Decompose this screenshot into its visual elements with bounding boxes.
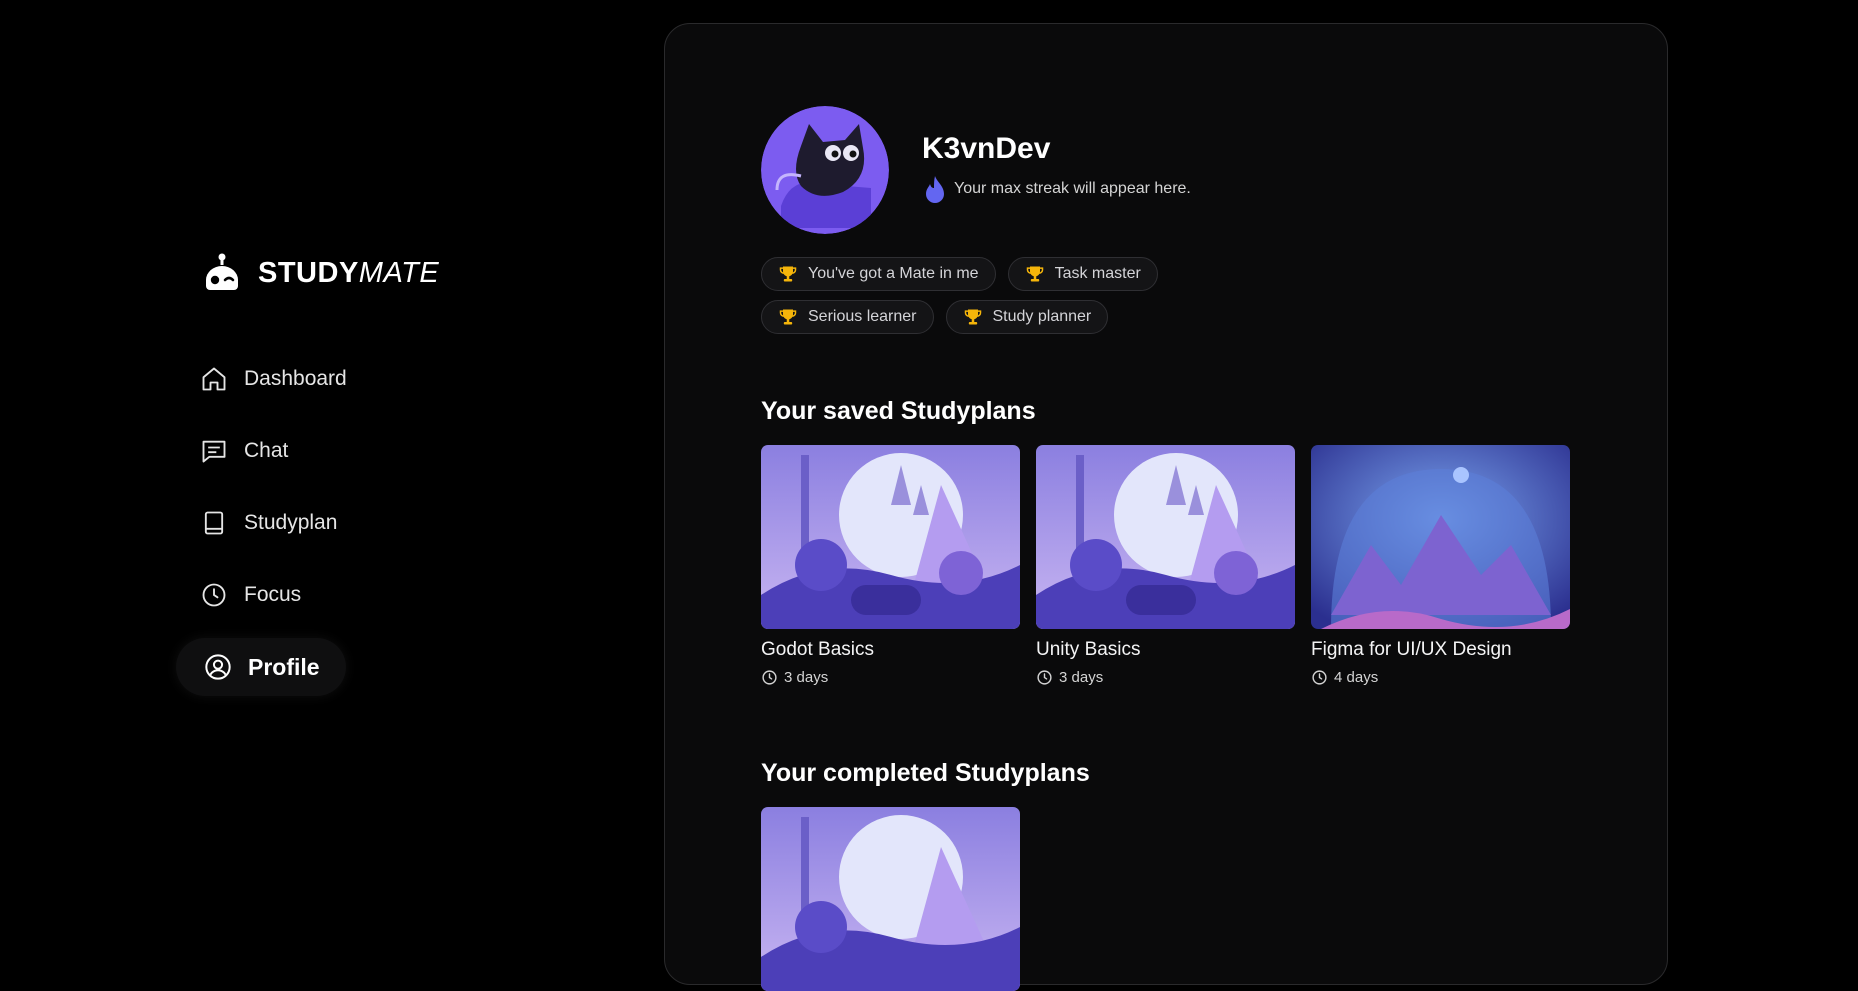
home-icon xyxy=(202,367,226,391)
studyplan-card[interactable]: Unity Basics 3 days xyxy=(1036,445,1295,686)
studyplan-thumbnail xyxy=(1036,445,1295,629)
trophy-icon xyxy=(779,266,797,282)
trophy-icon xyxy=(779,309,797,325)
studyplan-duration: 3 days xyxy=(761,669,1020,686)
studyplan-thumbnail xyxy=(1311,445,1570,629)
studyplan-card[interactable]: Godot Basics 3 days xyxy=(761,445,1020,686)
badge[interactable]: Study planner xyxy=(945,300,1109,334)
studyplan-name: Figma for UI/UX Design xyxy=(1311,639,1512,660)
profile-username: K3vnDev xyxy=(922,132,1051,165)
book-icon xyxy=(204,511,224,535)
user-circle-icon xyxy=(205,654,231,680)
sidebar-item-label: Dashboard xyxy=(244,367,347,390)
clock-icon xyxy=(202,583,226,607)
user-avatar[interactable] xyxy=(761,106,889,234)
brand-logo[interactable]: STUDYMATE xyxy=(202,252,439,294)
trophy-icon xyxy=(1026,266,1043,282)
profile-panel: K3vnDev Your max streak will appear here… xyxy=(664,23,1668,991)
sidebar-item-profile[interactable]: Profile xyxy=(176,638,346,696)
streak-info: Your max streak will appear here. xyxy=(924,174,1191,204)
chat-icon xyxy=(202,440,226,463)
robot-logo-icon xyxy=(206,253,238,290)
sidebar-nav: Dashboard Chat Studyplan Focus Profile xyxy=(176,350,446,710)
studyplan-name: Unity Basics xyxy=(1036,639,1141,660)
saved-studyplans-heading: Your saved Studyplans xyxy=(761,397,1036,425)
sidebar-item-focus[interactable]: Focus xyxy=(176,566,327,624)
badge[interactable]: Task master xyxy=(1007,257,1158,291)
studyplan-name: Godot Basics xyxy=(761,639,874,660)
clock-icon xyxy=(1312,670,1327,685)
studyplan-card[interactable]: Figma for UI/UX Design 4 days xyxy=(1311,445,1570,686)
brand-wordmark: STUDYMATE xyxy=(258,256,440,289)
sidebar-item-chat[interactable]: Chat xyxy=(176,422,314,480)
studyplan-duration: 4 days xyxy=(1311,669,1570,686)
studyplan-thumbnail xyxy=(761,445,1020,629)
sidebar-item-label: Chat xyxy=(244,439,289,462)
flame-icon xyxy=(926,176,944,203)
streak-text: Your max streak will appear here. xyxy=(954,180,1191,197)
achievement-badges: You've got a Mate in me Task master Seri… xyxy=(761,257,1281,343)
trophy-icon xyxy=(964,309,981,325)
clock-icon xyxy=(1037,670,1052,685)
studyplan-duration: 3 days xyxy=(1036,669,1295,686)
badge[interactable]: You've got a Mate in me xyxy=(761,257,996,291)
sidebar-item-dashboard[interactable]: Dashboard xyxy=(176,350,373,408)
clock-icon xyxy=(762,670,777,685)
completed-studyplans-heading: Your completed Studyplans xyxy=(761,759,1090,787)
studyplan-card[interactable] xyxy=(761,807,1020,991)
sidebar-item-label: Studyplan xyxy=(244,511,338,534)
badge[interactable]: Serious learner xyxy=(761,300,934,334)
sidebar-item-label: Profile xyxy=(248,653,320,680)
sidebar-item-studyplan[interactable]: Studyplan xyxy=(176,494,363,552)
sidebar-item-label: Focus xyxy=(244,583,302,606)
studyplan-thumbnail xyxy=(761,807,1020,991)
